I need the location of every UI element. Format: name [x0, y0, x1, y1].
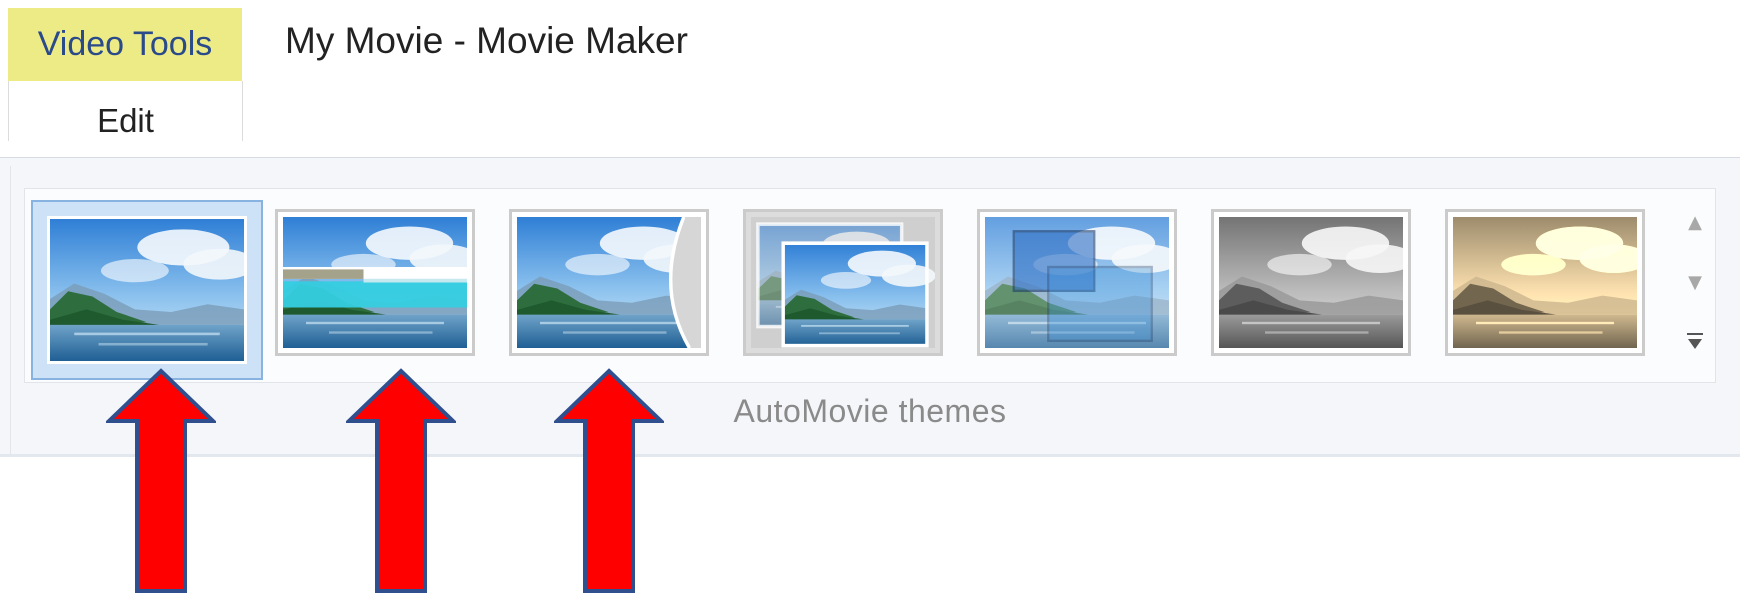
red-arrow-annotation — [554, 368, 664, 593]
theme-pan-zoom-thumbnail — [985, 217, 1169, 348]
theme-black-and-white-button[interactable] — [1211, 209, 1411, 356]
theme-contemporary-thumbnail — [283, 217, 467, 348]
theme-contemporary-button[interactable] — [275, 209, 475, 356]
theme-cinematic-button[interactable] — [509, 209, 709, 356]
theme-cinematic-thumbnail — [517, 217, 701, 348]
tab-edit[interactable]: Edit — [8, 81, 243, 141]
theme-sepia-thumbnail — [1453, 217, 1637, 348]
ribbon-group-label: AutoMovie themes — [733, 393, 1007, 429]
theme-fade-button[interactable] — [743, 209, 943, 356]
theme-black-and-white-thumbnail — [1219, 217, 1403, 348]
window-title: My Movie - Movie Maker — [285, 20, 688, 61]
theme-default-button[interactable] — [31, 200, 263, 380]
video-tools-contextual-label: Video Tools — [8, 8, 242, 81]
ribbon-panel: ▲ ▼ AutoMovie themes — [0, 157, 1740, 457]
scroll-down-icon[interactable]: ▼ — [1677, 253, 1713, 313]
gallery-scroll-controls: ▲ ▼ — [1677, 191, 1713, 379]
automovie-themes-gallery: ▲ ▼ — [24, 188, 1716, 383]
gallery-more-icon[interactable] — [1677, 313, 1713, 373]
scroll-up-icon[interactable]: ▲ — [1677, 193, 1713, 253]
red-arrow-annotation — [106, 368, 216, 593]
theme-default-thumbnail — [47, 216, 247, 364]
theme-fade-thumbnail — [751, 217, 935, 348]
theme-sepia-button[interactable] — [1445, 209, 1645, 356]
theme-pan-zoom-button[interactable] — [977, 209, 1177, 356]
red-arrow-annotation — [346, 368, 456, 593]
